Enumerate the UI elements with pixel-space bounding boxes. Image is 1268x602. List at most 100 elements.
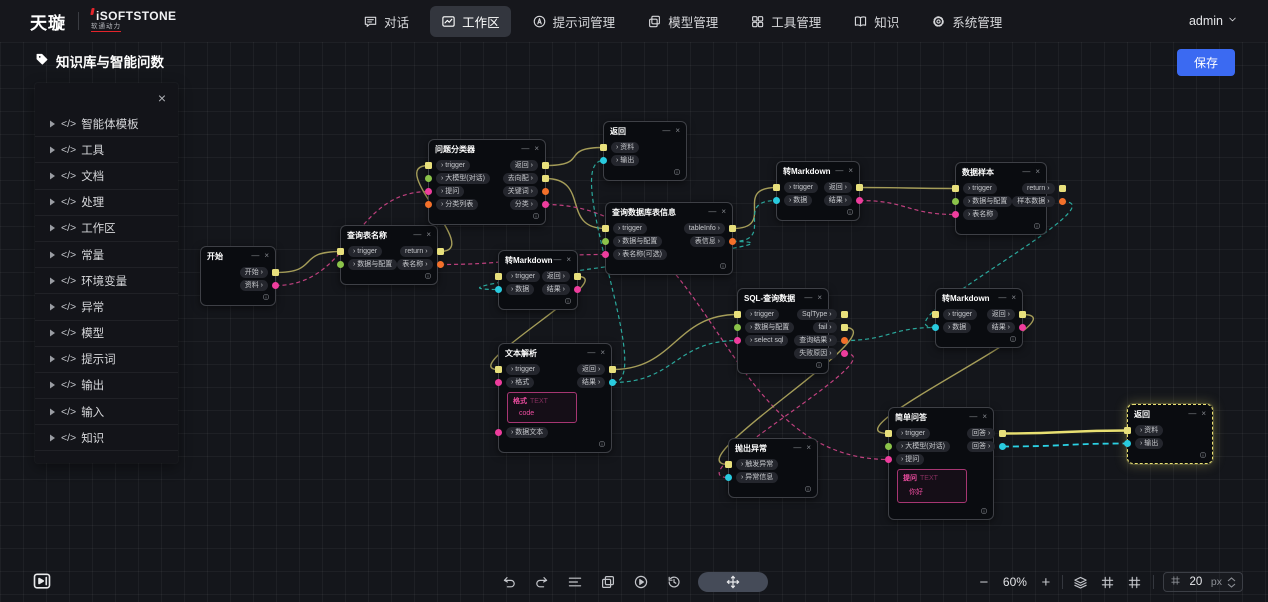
info-icon[interactable] bbox=[804, 485, 812, 495]
history-button[interactable] bbox=[665, 573, 683, 591]
port-yellow-square[interactable] bbox=[425, 162, 432, 169]
undo-button[interactable] bbox=[500, 573, 518, 591]
node-md-top[interactable]: 转Markdown—×› trigger› 数据返回 ›结果 › bbox=[776, 161, 860, 221]
node-md-mid[interactable]: 转Markdown—×› trigger› 数据返回 ›结果 › bbox=[498, 250, 578, 310]
save-button[interactable]: 保存 bbox=[1177, 49, 1235, 76]
close-icon[interactable]: × bbox=[1035, 168, 1040, 176]
grid-size-input[interactable] bbox=[1186, 576, 1206, 588]
minimize-icon[interactable]: — bbox=[413, 231, 421, 239]
palette-item-document[interactable]: </>文档 bbox=[35, 163, 178, 189]
port-yellow-square[interactable] bbox=[609, 366, 616, 373]
info-icon[interactable] bbox=[532, 212, 540, 222]
minimize-icon[interactable]: — bbox=[662, 127, 670, 135]
port-yellow-square[interactable] bbox=[1059, 185, 1066, 192]
palette-item-knowledge[interactable]: </>知识 bbox=[35, 425, 178, 451]
info-icon[interactable] bbox=[598, 440, 606, 450]
port-yellow-square[interactable] bbox=[495, 273, 502, 280]
palette-item-prompt[interactable]: </>提示词 bbox=[35, 347, 178, 373]
minimize-icon[interactable]: — bbox=[521, 145, 529, 153]
nav-item-system[interactable]: 系统管理 bbox=[920, 6, 1013, 37]
close-icon[interactable]: × bbox=[426, 231, 431, 239]
port-magenta-circle[interactable] bbox=[856, 197, 863, 204]
minimize-icon[interactable]: — bbox=[251, 252, 259, 260]
port-yellow-square[interactable] bbox=[932, 311, 939, 318]
port-cyan-circle[interactable] bbox=[1124, 440, 1131, 447]
zoom-out-button[interactable]: − bbox=[977, 574, 991, 591]
port-magenta-circle[interactable] bbox=[272, 282, 279, 289]
layers-button[interactable] bbox=[1072, 573, 1090, 591]
port-magenta-circle[interactable] bbox=[602, 251, 609, 258]
port-yellow-square[interactable] bbox=[734, 311, 741, 318]
port-yellow-square[interactable] bbox=[841, 311, 848, 318]
nav-item-chat[interactable]: 对话 bbox=[352, 6, 420, 37]
minimize-icon[interactable]: — bbox=[708, 208, 716, 216]
info-icon[interactable] bbox=[673, 168, 681, 178]
port-yellow-square[interactable] bbox=[856, 184, 863, 191]
pan-button[interactable] bbox=[698, 572, 768, 592]
close-icon[interactable]: × bbox=[566, 256, 571, 264]
info-icon[interactable] bbox=[719, 262, 727, 272]
port-yellow-square[interactable] bbox=[725, 461, 732, 468]
port-cyan-circle[interactable] bbox=[999, 443, 1006, 450]
palette-item-tool[interactable]: </>工具 bbox=[35, 137, 178, 163]
node-start[interactable]: 开始—×开始 ›资料 › bbox=[200, 246, 276, 306]
port-cyan-circle[interactable] bbox=[725, 474, 732, 481]
port-green-circle[interactable] bbox=[602, 238, 609, 245]
zoom-in-button[interactable]: + bbox=[1039, 574, 1053, 591]
palette-item-process[interactable]: </>处理 bbox=[35, 190, 178, 216]
port-yellow-square[interactable] bbox=[602, 225, 609, 232]
grid-size-stepper[interactable] bbox=[1227, 577, 1236, 588]
param-box[interactable]: 格式TEXTcode bbox=[507, 392, 577, 423]
close-icon[interactable]: × bbox=[154, 91, 170, 107]
close-icon[interactable]: × bbox=[817, 294, 822, 302]
info-icon[interactable] bbox=[1009, 335, 1017, 345]
node-query-db-info[interactable]: 查询数据库表信息—×› trigger› 数据与配置› 表名称(可选)table… bbox=[605, 202, 733, 275]
port-yellow-square[interactable] bbox=[1019, 311, 1026, 318]
port-orange-circle[interactable] bbox=[437, 261, 444, 268]
close-icon[interactable]: × bbox=[1011, 294, 1016, 302]
port-green-circle[interactable] bbox=[425, 175, 432, 182]
duplicate-button[interactable] bbox=[599, 573, 617, 591]
port-magenta-circle[interactable] bbox=[542, 201, 549, 208]
minimize-icon[interactable]: — bbox=[587, 349, 595, 357]
nav-item-model[interactable]: 模型管理 bbox=[636, 6, 729, 37]
port-yellow-square[interactable] bbox=[841, 324, 848, 331]
node-return-end[interactable]: 返回—×› 资料› 输出 bbox=[1127, 404, 1213, 464]
port-orange-circle[interactable] bbox=[841, 337, 848, 344]
close-icon[interactable]: × bbox=[600, 349, 605, 357]
port-cyan-circle[interactable] bbox=[932, 324, 939, 331]
nav-item-knowledge[interactable]: 知识 bbox=[842, 6, 910, 37]
port-magenta-circle[interactable] bbox=[495, 379, 502, 386]
palette-item-constant[interactable]: </>常量 bbox=[35, 242, 178, 268]
close-icon[interactable]: × bbox=[1201, 410, 1206, 418]
info-icon[interactable] bbox=[262, 293, 270, 303]
nav-item-prompt[interactable]: 提示词管理 bbox=[521, 6, 627, 37]
port-magenta-circle[interactable] bbox=[952, 211, 959, 218]
port-orange-circle[interactable] bbox=[1059, 198, 1066, 205]
minimize-icon[interactable]: — bbox=[1022, 168, 1030, 176]
port-magenta-circle[interactable] bbox=[1019, 324, 1026, 331]
user-menu[interactable]: admin bbox=[1189, 14, 1238, 28]
port-orange-circle[interactable] bbox=[729, 238, 736, 245]
port-cyan-circle[interactable] bbox=[495, 286, 502, 293]
node-throw[interactable]: 抛出异常—×› 触发异常› 异常信息 bbox=[728, 438, 818, 498]
minimize-icon[interactable]: — bbox=[835, 167, 843, 175]
node-parse[interactable]: 文本解析—×› trigger› 格式格式TEXTcode› 数据文本返回 ›结… bbox=[498, 343, 612, 453]
port-yellow-square[interactable] bbox=[542, 175, 549, 182]
minimize-icon[interactable]: — bbox=[969, 413, 977, 421]
node-qa[interactable]: 简单问答—×› trigger› 大模型(对话)› 提问提问TEXT你好回答 ›… bbox=[888, 407, 994, 520]
port-yellow-square[interactable] bbox=[437, 248, 444, 255]
port-yellow-square[interactable] bbox=[952, 185, 959, 192]
port-green-circle[interactable] bbox=[337, 261, 344, 268]
close-icon[interactable]: × bbox=[675, 127, 680, 135]
palette-item-input[interactable]: </>输入 bbox=[35, 399, 178, 425]
port-yellow-square[interactable] bbox=[885, 430, 892, 437]
palette-item-model[interactable]: </>模型 bbox=[35, 321, 178, 347]
info-icon[interactable] bbox=[1033, 222, 1041, 232]
port-orange-circle[interactable] bbox=[542, 188, 549, 195]
close-icon[interactable]: × bbox=[848, 167, 853, 175]
node-sql[interactable]: SQL-查询数据—×› trigger› 数据与配置› select sqlSq… bbox=[737, 288, 829, 374]
port-cyan-circle[interactable] bbox=[609, 379, 616, 386]
node-query-table[interactable]: 查询表名称—×› trigger› 数据与配置return ›表名称 › bbox=[340, 225, 438, 285]
run-button[interactable] bbox=[632, 573, 650, 591]
